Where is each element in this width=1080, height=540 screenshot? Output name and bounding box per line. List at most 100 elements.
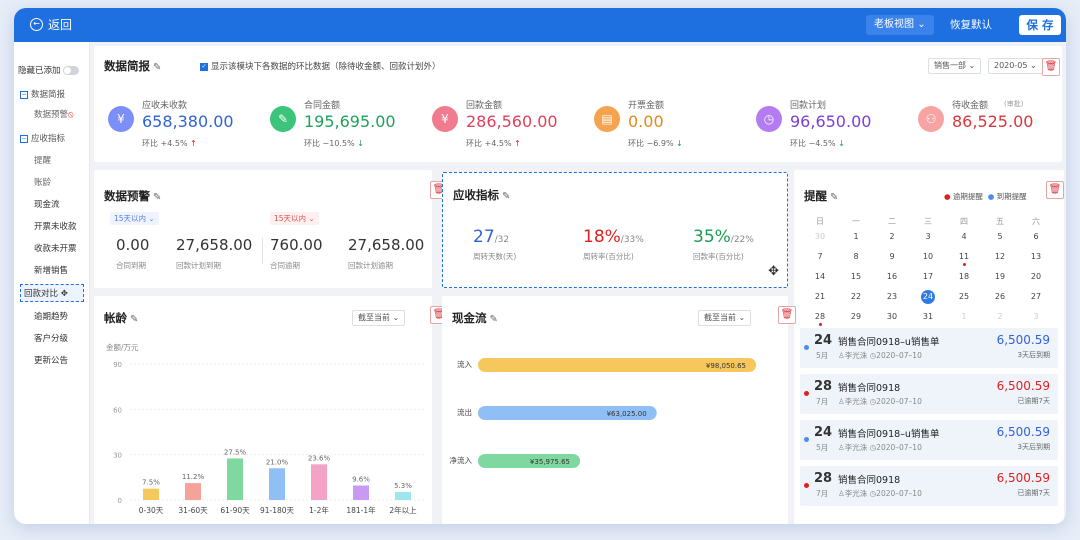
edit-icon[interactable]: ✎ (153, 62, 161, 73)
calendar-day[interactable]: 9 (882, 252, 902, 261)
month-select[interactable]: 2020-05 ⌄ (988, 58, 1043, 74)
reminder-person: 李光洙 (844, 397, 868, 406)
hide-added-toggle[interactable]: 隐藏已添加 (18, 64, 79, 76)
calendar-day[interactable]: 6 (1026, 232, 1046, 241)
arrow-up-icon: ↑ (187, 139, 197, 148)
calendar-day[interactable]: 3 (918, 232, 938, 241)
calendar-day[interactable]: 30 (810, 232, 830, 241)
back-button[interactable]: ← 返回 (30, 16, 72, 33)
warn-period-select-2[interactable]: 15天以内 ⌄ (270, 212, 319, 225)
calendar-day[interactable]: 27 (1026, 292, 1046, 301)
calendar-day[interactable]: 24 (921, 290, 935, 304)
cash-filter[interactable]: 截至当前 ⌄ (698, 310, 752, 326)
calendar-day[interactable]: 26 (990, 292, 1010, 301)
calendar-day[interactable]: 10 (918, 252, 938, 261)
restore-default-button[interactable]: 恢复默认 (950, 17, 992, 32)
calendar-day[interactable]: 5 (990, 232, 1010, 241)
save-button[interactable]: 保 存 (1019, 15, 1061, 35)
reminder-item[interactable]: 28 7月 销售合同0918 ♙李光洙 ◷2020–07–10 6,500.59 已逾期7… (800, 374, 1058, 414)
delete-brief-icon[interactable]: 🗑 (1042, 58, 1060, 76)
calendar-day[interactable]: 4 (954, 232, 974, 241)
toggle-switch[interactable] (62, 66, 79, 75)
dashboard: 数据简报 ✎ ✓ 显示该模块下各数据的环比数据（除待收金额、回款计划外） 销售一部 … (90, 42, 1066, 524)
reminder-meta: ♙李光洙 ◷2020–07–10 (838, 488, 922, 499)
reminder-date: 2020–07–10 (876, 443, 922, 452)
calendar-day[interactable]: 23 (882, 292, 902, 301)
metric-value: 0.00 (628, 112, 664, 131)
sidebar-item-invoice-unpaid[interactable]: 开票未收款 (34, 220, 77, 232)
calendar-day[interactable]: 13 (1026, 252, 1046, 261)
calendar-day[interactable]: 31 (918, 312, 938, 321)
calendar-day[interactable]: 2 (990, 312, 1010, 321)
calendar-day[interactable]: 15 (846, 272, 866, 281)
calendar-day[interactable]: 22 (846, 292, 866, 301)
delete-remind-icon[interactable]: 🗑 (1046, 181, 1064, 199)
reminder-title: 销售合同0918–u销售单 (838, 429, 940, 440)
compare-checkbox[interactable]: ✓ 显示该模块下各数据的环比数据（除待收金额、回款计划外） (200, 60, 441, 72)
move-icon[interactable]: ✥ (768, 264, 779, 279)
reminder-amount: 6,500.59 (996, 379, 1050, 393)
calendar-day[interactable]: 19 (990, 272, 1010, 281)
calendar-day[interactable]: 21 (810, 292, 830, 301)
edit-icon[interactable]: ✎ (502, 191, 510, 202)
warn-value: 760.00 (270, 236, 323, 254)
reminder-meta: ♙李光洙 ◷2020–07–10 (838, 350, 922, 361)
overdue-dot-icon (963, 263, 966, 266)
sidebar-item-overdue-trend[interactable]: 逾期趋势 (34, 310, 68, 322)
calendar-day[interactable]: 12 (990, 252, 1010, 261)
calendar-day[interactable]: 30 (882, 312, 902, 321)
dept-select[interactable]: 销售一部 ⌄ (928, 58, 982, 74)
reminder-item[interactable]: 24 5月 销售合同0918–u销售单 ♙李光洙 ◷2020–07–10 6,500.5… (800, 420, 1058, 460)
calendar-day[interactable]: 29 (846, 312, 866, 321)
edit-icon[interactable]: ✎ (490, 314, 498, 325)
calendar-day[interactable]: 1 (954, 312, 974, 321)
metric-compare-text: 环比 +4.5% (466, 139, 512, 148)
delete-cash-icon[interactable]: 🗑 (778, 306, 796, 324)
calendar-day[interactable]: 20 (1026, 272, 1046, 281)
reminder-month: 7月 (816, 489, 829, 498)
sidebar-item-customer-grade[interactable]: 客户分级 (34, 332, 68, 344)
recv-indicator: 27/32 周转天数(天) (473, 227, 553, 262)
overdue-dot-icon: ● (944, 192, 951, 201)
person-icon: ♙ (838, 443, 845, 452)
calendar-day[interactable]: 11 (954, 252, 974, 261)
edit-icon[interactable]: ✎ (153, 192, 161, 203)
reminder-item[interactable]: 28 7月 销售合同0918 ♙李光洙 ◷2020–07–10 6,500.59 已逾期7… (800, 466, 1058, 506)
calendar-day[interactable]: 25 (954, 292, 974, 301)
calendar-day[interactable]: 14 (810, 272, 830, 281)
calendar-day[interactable]: 28 (810, 312, 830, 321)
calendar-day[interactable]: 8 (846, 252, 866, 261)
calendar-day[interactable]: 1 (846, 232, 866, 241)
sidebar-item-warn[interactable]: 数据预警⦸ (34, 108, 74, 120)
view-select[interactable]: 老板视图 ⌄ (866, 15, 934, 35)
reminder-item[interactable]: 24 5月 销售合同0918–u销售单 ♙李光洙 ◷2020–07–10 6,500.5… (800, 328, 1058, 368)
arrow-down-icon: ↓ (835, 139, 845, 148)
warn-period-select[interactable]: 15天以内 ⌄ (110, 212, 159, 225)
sidebar-item-remind[interactable]: 提醒 (34, 154, 51, 166)
sidebar-item-announcement[interactable]: 更新公告 (34, 354, 68, 366)
edit-icon[interactable]: ✎ (130, 314, 138, 325)
calendar-day[interactable]: 17 (918, 272, 938, 281)
sidebar-item-cash[interactable]: 现金流 (34, 198, 60, 210)
bar-label: ¥35,975.65 (530, 458, 570, 466)
sidebar-item-paid-uninvoiced[interactable]: 收款未开票 (34, 242, 77, 254)
calendar-day[interactable]: 2 (882, 232, 902, 241)
bar-label: 21.0% (266, 458, 289, 466)
warn-value: 0.00 (116, 236, 150, 254)
calendar-day[interactable]: 3 (1026, 312, 1046, 321)
sidebar-item-aging[interactable]: 账龄 (34, 176, 51, 188)
aging-filter[interactable]: 截至当前 ⌄ (352, 310, 406, 326)
sidebar-item-new-sales[interactable]: 新增销售 (34, 264, 68, 276)
calendar-weekday: 一 (852, 217, 860, 226)
calendar-day[interactable]: 18 (954, 272, 974, 281)
recv-card[interactable]: 应收指标 ✎ 27/32 周转天数(天) 18%/33% 周转率(百分比) 35%/22%… (442, 172, 788, 288)
sidebar-group-brief[interactable]: − 数据简报 (20, 88, 65, 100)
reminder-meta: ♙李光洙 ◷2020–07–10 (838, 442, 922, 453)
calendar-day[interactable]: 16 (882, 272, 902, 281)
warn-period-value: 15天以内 (274, 214, 307, 223)
sidebar-item-payment-compare[interactable]: 回款对比 ✥ (20, 284, 84, 302)
edit-icon[interactable]: ✎ (830, 192, 838, 203)
sidebar-group-recv[interactable]: − 应收指标 (20, 132, 65, 144)
calendar-day[interactable]: 7 (810, 252, 830, 261)
metric-icon: ¥ (432, 106, 458, 132)
